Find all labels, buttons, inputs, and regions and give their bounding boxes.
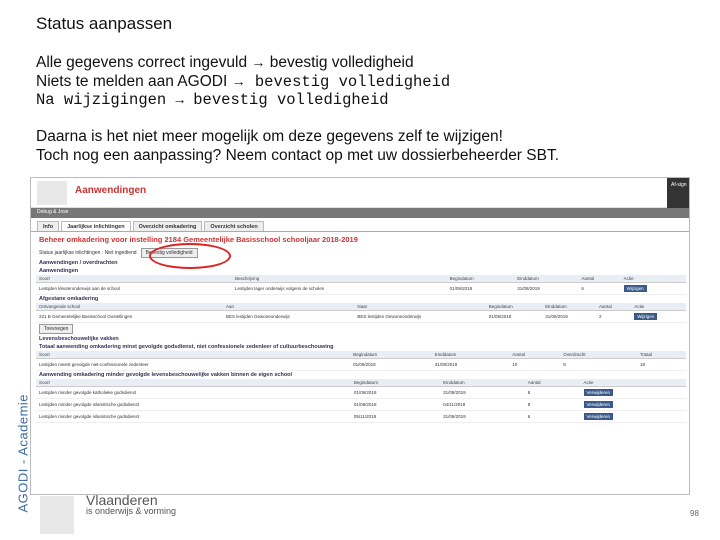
section-afgestane: Afgestane omkadering bbox=[39, 296, 99, 302]
arrow-right-icon: → bbox=[231, 73, 246, 89]
app-header: Aanwendingen Af-sign bbox=[31, 178, 689, 208]
arrow-right-icon: → bbox=[175, 93, 184, 109]
edit-button[interactable]: Wijzigen bbox=[634, 313, 658, 320]
line-2: Niets te melden aan AGODI → bevestig vol… bbox=[36, 73, 451, 91]
minder-gevolgd-table: Soort Begindatum Einddatum Aantal Actie Lest… bbox=[36, 379, 686, 423]
tab-bar: Info Jaarlijkse inlichtingen Overzicht o… bbox=[31, 218, 689, 232]
app-heading: Beheer omkadering voor instelling 2184 G… bbox=[39, 235, 358, 244]
section-levensbeschouwelijk: Levensbeschouwelijke vakken bbox=[39, 336, 119, 342]
delete-button[interactable]: Verwijderen bbox=[583, 401, 614, 408]
arrow-right-icon: → bbox=[251, 54, 266, 70]
lion-logo-icon bbox=[37, 181, 67, 205]
app-title: Aanwendingen bbox=[75, 185, 147, 196]
warning-line-2: Toch nog een aanpassing? Neem contact op… bbox=[36, 147, 560, 164]
section-aanwendingen: Aanwendingen bbox=[39, 268, 79, 274]
tab-info[interactable]: Info bbox=[37, 221, 60, 231]
line-1: Alle gegevens correct ingevuld → bevesti… bbox=[36, 54, 414, 71]
user-bar: Debug & Jose bbox=[31, 208, 689, 218]
table-row: Lestijden meest gevolgde niet-confession… bbox=[36, 358, 686, 371]
instruction-lines: Alle gegevens correct ingevuld → bevesti… bbox=[36, 53, 450, 110]
tab-overzicht-scholen[interactable]: Overzicht scholen bbox=[204, 221, 264, 231]
warning-line-1: Daarna is het niet meer mogelijk om deze… bbox=[36, 128, 503, 145]
warning-paragraph: Daarna is het niet meer mogelijk om deze… bbox=[36, 127, 559, 165]
page-number: 98 bbox=[690, 509, 699, 518]
breadcrumb: Aanwendingen / overdrachten bbox=[39, 260, 118, 266]
tab-overzicht-omkadering[interactable]: Overzicht omkadering bbox=[132, 221, 203, 231]
line-3: Na wijzigingen → bevestig volledigheid bbox=[36, 91, 389, 109]
status-label: Status jaarlijkse inlichtingen : Niet in… bbox=[39, 250, 137, 256]
edit-button[interactable]: Wijzigen bbox=[623, 285, 647, 292]
section-minder-gevolgd: Aanwending omkadering minder gevolgde le… bbox=[39, 372, 293, 378]
levensbeschouwelijk-table: Soort Begindatum Einddatum Aantal Overdracht… bbox=[36, 351, 686, 371]
section-subtitle: Totaal aanwending omkadering minst gevol… bbox=[39, 344, 334, 350]
slide-title: Status aanpassen bbox=[36, 14, 173, 33]
aanwendingen-table: Soort Beschrijving Begindatum Einddatum Aant… bbox=[36, 275, 686, 295]
table-row: 221 B Gemeentelijke Basisschool Oostelli… bbox=[36, 310, 686, 323]
table-row: Lestijden minder gevolgde islamitische g… bbox=[36, 398, 686, 411]
top-right-bar[interactable]: Af-sign bbox=[667, 178, 689, 208]
highlight-circle bbox=[149, 243, 231, 269]
app-screenshot: Aanwendingen Af-sign Debug & Jose Info J… bbox=[30, 177, 690, 495]
tab-jaarlijkse-inlichtingen[interactable]: Jaarlijkse inlichtingen bbox=[61, 221, 131, 231]
vlaanderen-logo-icon bbox=[40, 496, 74, 534]
side-label: AGODI - Academie bbox=[15, 393, 31, 513]
footer: Vlaanderen is onderwijs & vorming bbox=[30, 492, 690, 540]
table-row: Lestijden kleuteronderwijs aan de school… bbox=[36, 282, 686, 295]
delete-button[interactable]: Verwijderen bbox=[583, 413, 614, 420]
add-button[interactable]: Toevoegen bbox=[39, 324, 74, 334]
delete-button[interactable]: Verwijderen bbox=[583, 389, 614, 396]
status-row: Status jaarlijkse inlichtingen : Niet in… bbox=[31, 247, 689, 259]
table-row: Lestijden minder gevolgde katholieke god… bbox=[36, 386, 686, 399]
afgestane-table: Ontvangende school Aan Naar Begindatum Eindd… bbox=[36, 303, 686, 323]
table-row: Lestijden minder gevolgde islamitische g… bbox=[36, 410, 686, 423]
footer-sub: is onderwijs & vorming bbox=[86, 506, 177, 516]
